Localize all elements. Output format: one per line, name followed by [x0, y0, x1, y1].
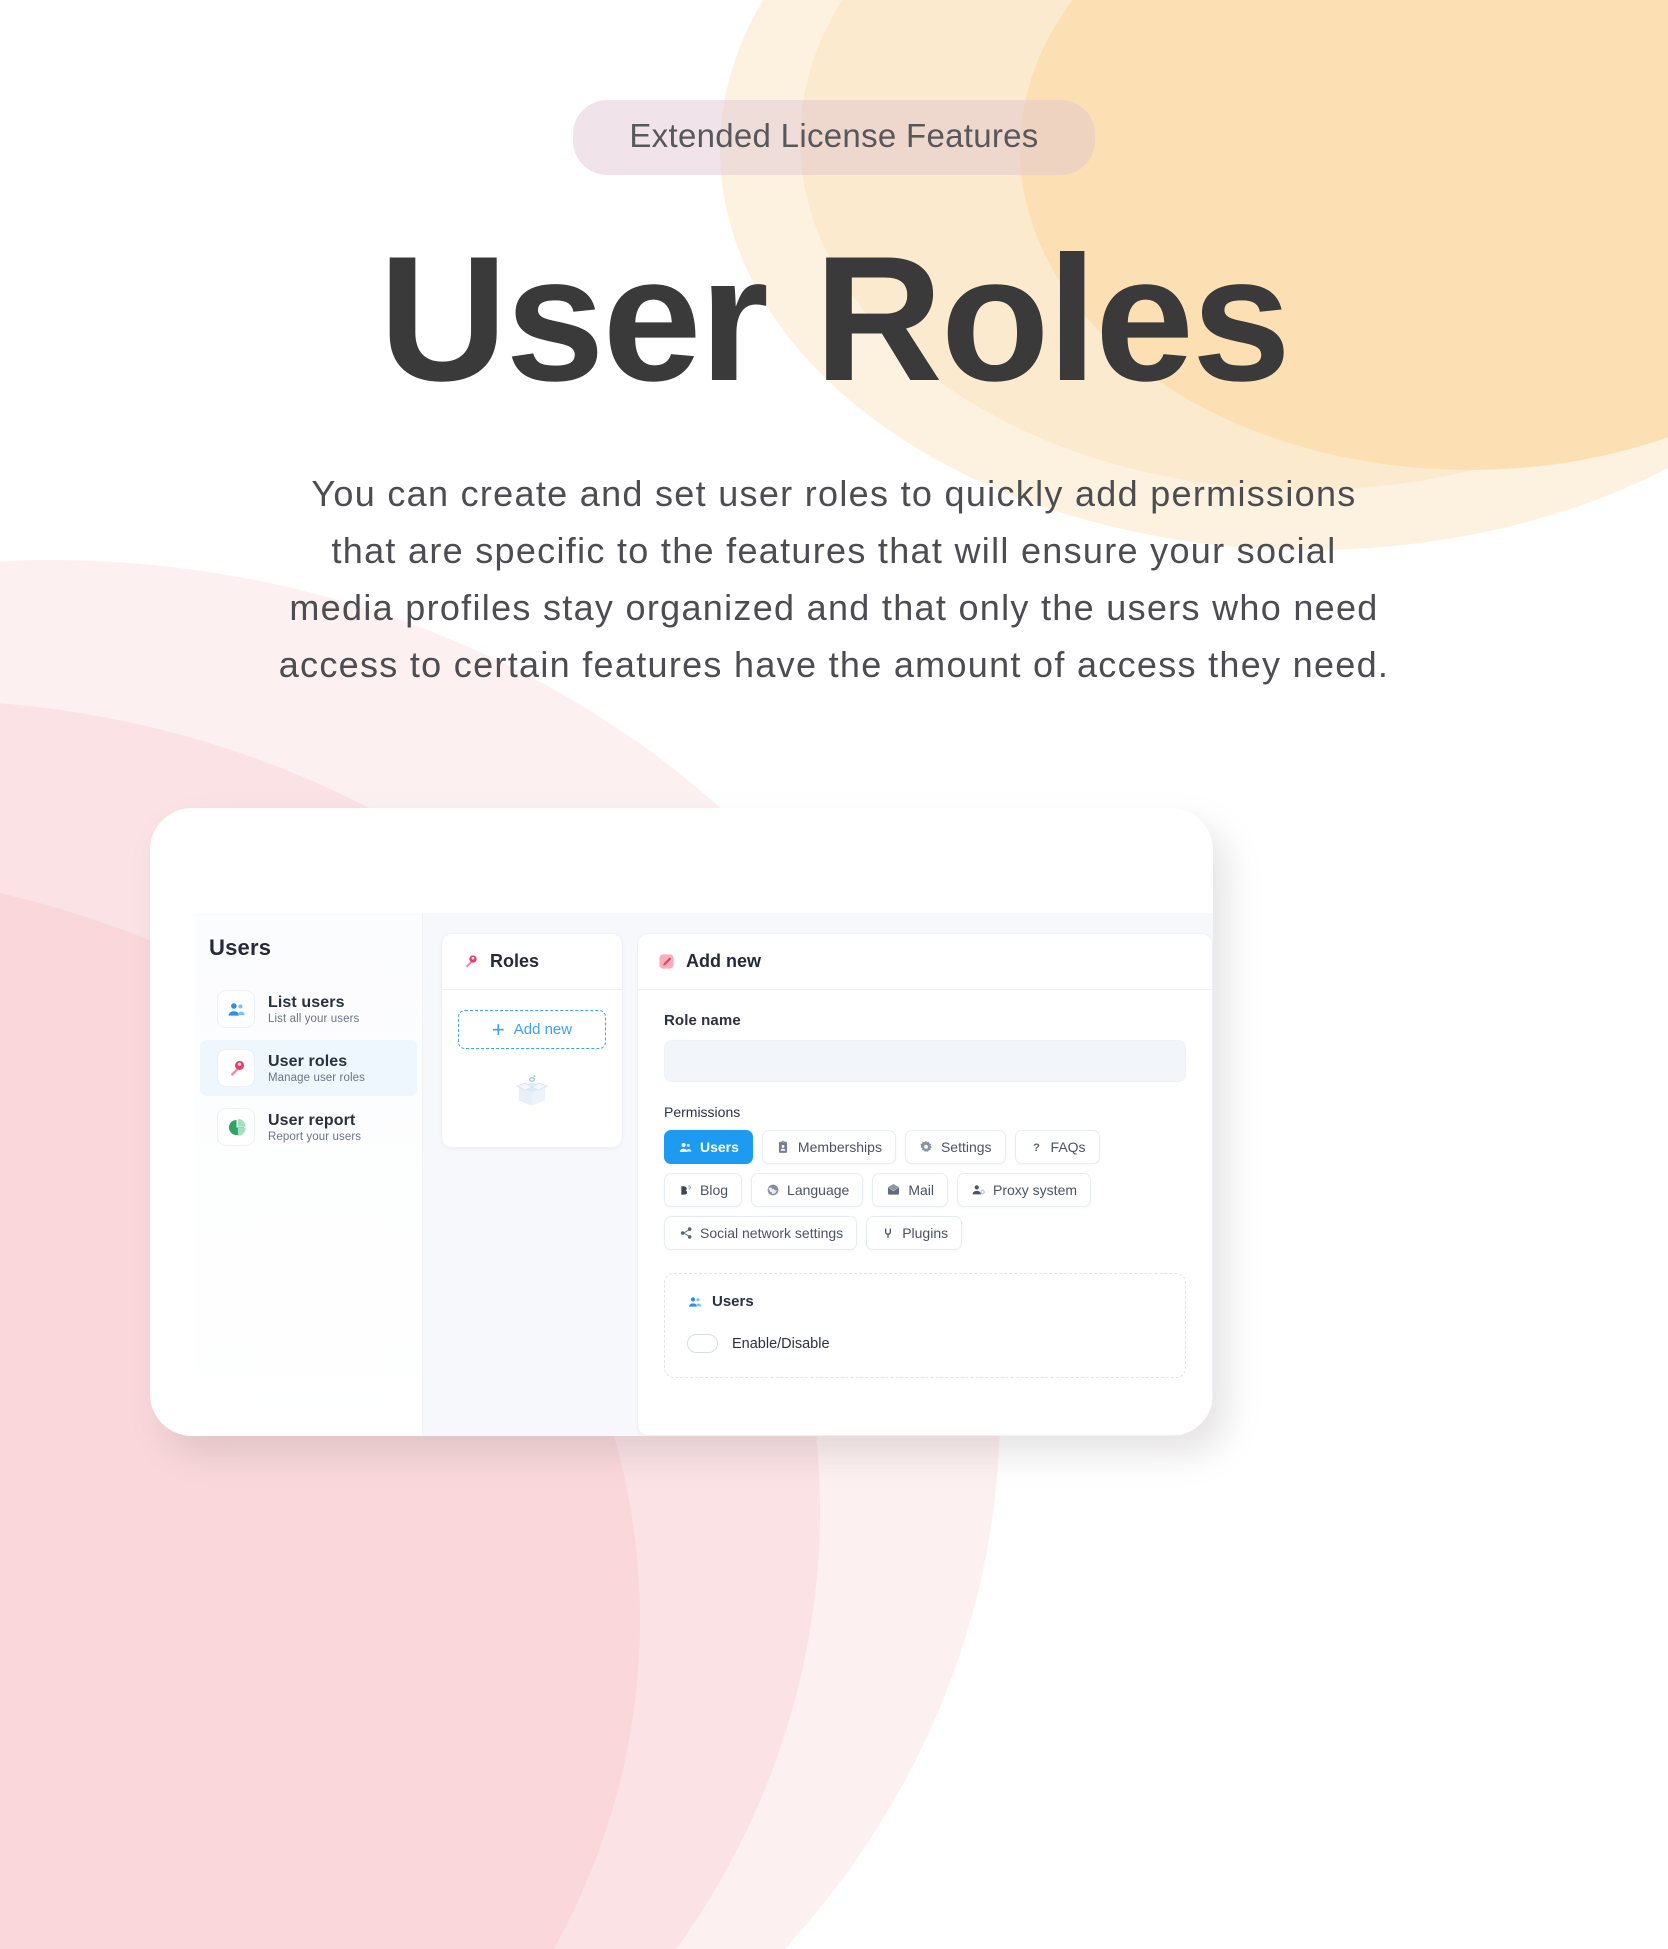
- sidebar-item-subtitle: Report your users: [268, 1130, 362, 1143]
- permission-chip-social-network-settings[interactable]: Social network settings: [664, 1216, 858, 1250]
- permission-chip-blog[interactable]: Blog: [664, 1173, 743, 1207]
- key-icon: [462, 953, 479, 970]
- permission-chip-label: Proxy system: [993, 1182, 1078, 1198]
- users-group-icon: [217, 990, 255, 1028]
- question-mark-icon: ?: [1029, 1140, 1044, 1155]
- permission-detail-panel: Users Enable/Disable: [664, 1273, 1186, 1378]
- permission-chip-language[interactable]: Language: [751, 1173, 864, 1207]
- sidebar-item-user-report[interactable]: User report Report your users: [200, 1099, 417, 1155]
- permission-chip-label: Settings: [940, 1139, 992, 1155]
- add-new-role-form-card: Add new Role name Permissions Users Memb…: [637, 933, 1213, 1436]
- permission-chip-memberships[interactable]: Memberships: [761, 1130, 896, 1164]
- add-new-role-button[interactable]: + Add new: [458, 1010, 606, 1049]
- permission-chip-users[interactable]: Users: [664, 1130, 753, 1164]
- users-group-icon: [687, 1294, 703, 1310]
- extended-license-badge: Extended License Features: [573, 100, 1095, 175]
- svg-text:?: ?: [1033, 1142, 1040, 1154]
- envelope-icon: [886, 1183, 901, 1198]
- id-badge-icon: [776, 1140, 791, 1155]
- sidebar-item-subtitle: List all your users: [268, 1012, 360, 1025]
- empty-box-icon: [511, 1069, 553, 1111]
- app-viewport: Users List users List all your users Use…: [195, 913, 1213, 1436]
- globe-icon: [765, 1183, 780, 1198]
- permission-chip-label: Mail: [908, 1182, 934, 1198]
- role-name-label: Role name: [664, 1012, 741, 1029]
- app-sidebar: Users List users List all your users Use…: [195, 913, 423, 1436]
- page-description: You can create and set user roles to qui…: [278, 473, 1390, 685]
- sidebar-item-list-users[interactable]: List users List all your users: [200, 981, 417, 1037]
- permission-chip-settings[interactable]: Settings: [904, 1130, 1006, 1164]
- gear-icon: [919, 1140, 934, 1155]
- add-new-role-label: Add new: [513, 1021, 573, 1038]
- permission-chip-label: Social network settings: [700, 1225, 844, 1241]
- roles-card-title: Roles: [490, 951, 540, 971]
- sidebar-item-texts: List users List all your users: [268, 994, 359, 1025]
- sidebar-item-title: User report: [268, 1111, 356, 1129]
- permission-chip-label: Users: [700, 1139, 739, 1155]
- pie-chart-icon: [217, 1108, 255, 1146]
- plug-icon: [880, 1226, 895, 1241]
- plus-icon: +: [491, 1016, 505, 1042]
- permission-chip-label: Memberships: [797, 1139, 882, 1155]
- blogger-icon: [678, 1183, 693, 1198]
- sidebar-item-texts: User roles Manage user roles: [268, 1053, 365, 1084]
- form-card-header: Add new: [638, 934, 1212, 990]
- user-gear-icon: [971, 1183, 986, 1198]
- badge-container: Extended License Features: [0, 0, 1668, 175]
- pencil-icon: [658, 953, 675, 970]
- share-nodes-icon: [678, 1226, 693, 1241]
- permission-chip-mail[interactable]: Mail: [872, 1173, 948, 1207]
- page-root: Extended License Features User Roles You…: [0, 0, 1668, 1949]
- permission-chip-proxy-system[interactable]: Proxy system: [957, 1173, 1092, 1207]
- permissions-label: Permissions: [664, 1104, 741, 1120]
- sidebar-item-title: User roles: [268, 1052, 348, 1070]
- permission-chip-faqs[interactable]: ? FAQs: [1014, 1130, 1100, 1164]
- enable-disable-row: Enable/Disable: [687, 1334, 1163, 1353]
- roles-card-header: Roles: [442, 934, 622, 990]
- roles-card-body: + Add new: [442, 990, 622, 1111]
- permission-chip-plugins[interactable]: Plugins: [866, 1216, 963, 1250]
- permission-chip-label: Blog: [700, 1182, 729, 1198]
- empty-state: [458, 1069, 606, 1111]
- sidebar-item-user-roles[interactable]: User roles Manage user roles: [200, 1040, 417, 1096]
- enable-disable-label: Enable/Disable: [732, 1335, 830, 1352]
- sidebar-item-texts: User report Report your users: [268, 1112, 361, 1143]
- enable-disable-toggle[interactable]: [687, 1334, 718, 1353]
- sidebar-item-subtitle: Manage user roles: [268, 1071, 365, 1084]
- users-group-icon: [678, 1140, 693, 1155]
- permission-panel-header: Users: [687, 1293, 1163, 1310]
- permission-chip-label: FAQs: [1050, 1139, 1086, 1155]
- page-title: User Roles: [379, 219, 1291, 418]
- form-card-title: Add new: [686, 951, 761, 971]
- roles-card: Roles + Add new: [441, 933, 623, 1148]
- form-card-body: Role name Permissions Users Memberships …: [638, 990, 1212, 1378]
- app-content: Roles + Add new Add new Role name Permis…: [423, 913, 1213, 1436]
- app-mockup-window: Users List users List all your users Use…: [150, 808, 1213, 1436]
- key-icon: [217, 1049, 255, 1087]
- permission-panel-title: Users: [712, 1293, 754, 1310]
- sidebar-heading: Users: [209, 935, 272, 960]
- permission-chip-label: Plugins: [902, 1225, 949, 1241]
- permission-chip-group: Users Memberships Settings ? FAQs Blog L…: [664, 1130, 1186, 1250]
- role-name-input[interactable]: [664, 1040, 1186, 1082]
- sidebar-item-title: List users: [268, 993, 345, 1011]
- permission-chip-label: Language: [787, 1182, 850, 1198]
